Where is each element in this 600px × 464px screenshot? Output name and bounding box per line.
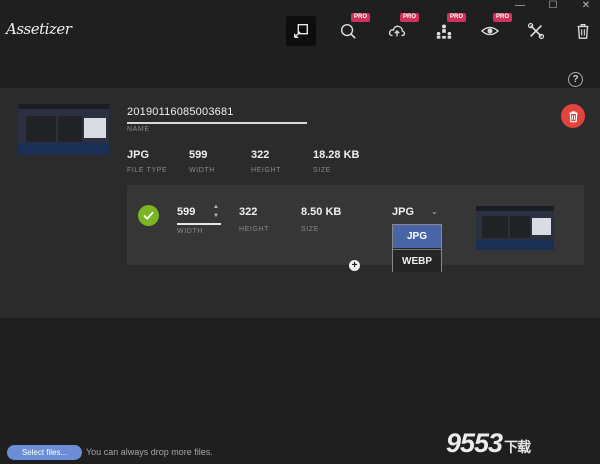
tools-button[interactable] — [521, 16, 551, 46]
cloud-tool-button[interactable]: PRO — [382, 13, 419, 46]
chevron-down-icon[interactable]: ▼ — [211, 212, 221, 221]
eye-icon — [481, 26, 499, 36]
cloud-upload-icon — [388, 25, 406, 37]
file-name[interactable]: 20190116085003681 — [127, 106, 234, 118]
file-type-label: FILE TYPE — [127, 167, 168, 174]
trash-icon — [569, 110, 577, 122]
source-width-value: 599 — [189, 149, 208, 161]
format-select[interactable]: JPG — [392, 206, 414, 218]
close-button[interactable]: ✕ — [576, 0, 596, 14]
select-files-button[interactable]: Select files... — [7, 445, 82, 460]
output-height-value: 322 — [239, 206, 258, 218]
top-toolbar: Assetizer PRO PRO PRO PRO — ☐ ✕ — [0, 0, 600, 60]
output-height-label: HEIGHT — [239, 226, 270, 233]
user-group-icon — [436, 24, 452, 39]
source-size-value: 18.28 KB — [313, 149, 360, 161]
output-width-underline — [177, 223, 221, 225]
pro-badge: PRO — [399, 13, 419, 22]
output-enabled-checkbox[interactable] — [138, 205, 159, 226]
maximize-button[interactable]: ☐ — [543, 0, 563, 14]
output-size-label: SIZE — [301, 226, 319, 233]
width-stepper[interactable]: ▲ ▼ — [211, 203, 221, 221]
drop-hint-text: You can always drop more files. — [86, 447, 213, 457]
pro-badge: PRO — [446, 13, 466, 22]
output-width-label: WIDTH — [177, 228, 203, 235]
magnify-tool-button[interactable]: PRO — [333, 13, 370, 46]
clear-all-button[interactable] — [568, 16, 598, 46]
pro-badge: PRO — [492, 13, 512, 22]
add-output-button[interactable]: + — [349, 260, 360, 271]
chevron-up-icon[interactable]: ▲ — [211, 203, 221, 212]
file-name-label: NAME — [127, 126, 150, 133]
pro-badge: PRO — [350, 13, 370, 22]
group-tool-button[interactable]: PRO — [429, 13, 466, 46]
help-button[interactable]: ? — [568, 72, 583, 87]
minimize-button[interactable]: — — [510, 0, 530, 14]
watermark-chinese: 下载 — [504, 439, 531, 455]
format-option-webp[interactable]: WEBP — [393, 249, 441, 272]
checkmark-icon — [143, 211, 154, 220]
format-dropdown-menu: JPG WEBP — [392, 224, 442, 272]
resize-tool-button[interactable] — [286, 16, 316, 46]
delete-file-button[interactable] — [561, 104, 585, 128]
magnify-icon — [340, 23, 356, 39]
source-width-label: WIDTH — [189, 167, 215, 174]
file-name-underline — [127, 122, 307, 124]
resize-icon — [294, 24, 308, 38]
output-size-value: 8.50 KB — [301, 206, 342, 218]
app-logo: Assetizer — [6, 20, 72, 38]
source-height-value: 322 — [251, 149, 270, 161]
format-option-jpg[interactable]: JPG — [393, 225, 441, 248]
chevron-down-icon[interactable]: ⌄ — [431, 207, 438, 216]
file-type-value: JPG — [127, 149, 150, 161]
site-watermark: 9553 下载 — [446, 428, 531, 459]
source-height-label: HEIGHT — [251, 167, 282, 174]
watermark-number: 9553 — [446, 428, 503, 458]
trash-icon — [577, 24, 589, 39]
tools-icon — [527, 22, 545, 40]
preview-tool-button[interactable]: PRO — [475, 13, 512, 46]
output-thumbnail — [476, 206, 554, 250]
source-size-label: SIZE — [313, 167, 331, 174]
source-thumbnail — [18, 104, 109, 155]
